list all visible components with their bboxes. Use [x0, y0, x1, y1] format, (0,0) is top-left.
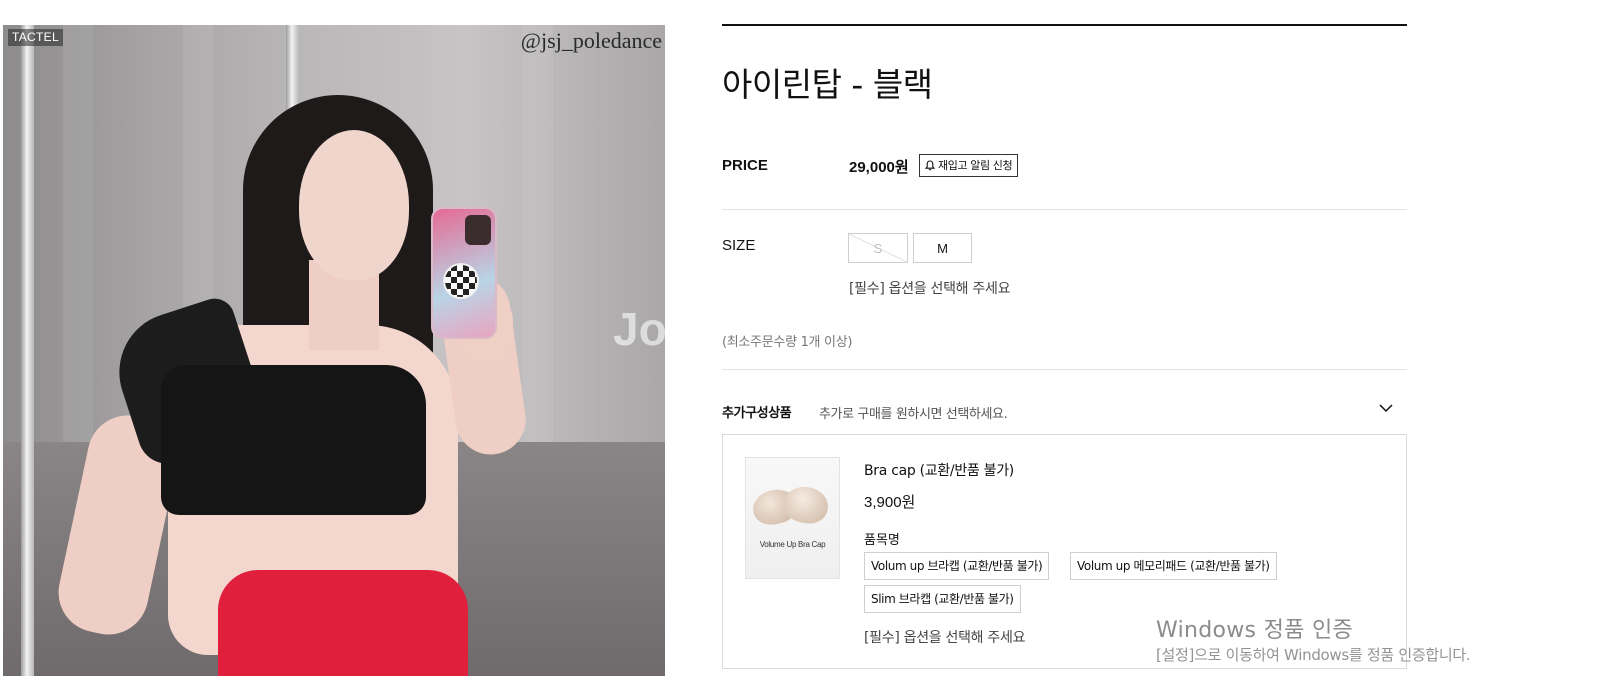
restock-alert-button[interactable]: 재입고 알림 신청: [919, 154, 1019, 177]
addon-section-title: 추가구성상품: [722, 406, 792, 421]
addon-product-name: Bra cap (교환/반품 불가): [864, 463, 1014, 479]
addon-option-slim-bracap[interactable]: Slim 브라캡 (교환/반품 불가): [864, 585, 1021, 613]
size-option-m[interactable]: M: [913, 233, 972, 263]
bell-icon: [925, 160, 935, 171]
divider: [722, 369, 1407, 370]
addon-image-caption: Volume Up Bra Cap: [759, 540, 826, 549]
size-required-text: [필수] 옵션을 선택해 주세요: [849, 281, 1011, 297]
divider: [722, 209, 1407, 210]
addon-option-volumup-memorypad[interactable]: Volum up 메모리패드 (교환/반품 불가): [1070, 552, 1277, 580]
price-label: PRICE: [722, 157, 768, 174]
product-price: 29,000원: [849, 159, 909, 176]
size-option-s-soldout[interactable]: S: [848, 233, 908, 263]
size-label: SIZE: [722, 237, 756, 254]
top-divider: [722, 24, 1407, 26]
addon-option-volumup-bracap[interactable]: Volum up 브라캡 (교환/반품 불가): [864, 552, 1050, 580]
addon-required-text: [필수] 옵션을 선택해 주세요: [864, 630, 1026, 646]
size-option-label: M: [937, 240, 948, 256]
image-watermark: Jo: [613, 303, 665, 355]
restock-alert-label: 재입고 알림 신청: [938, 159, 1013, 172]
windows-activation-message: [설정]으로 이동하여 Windows를 정품 인증합니다.: [1156, 646, 1471, 664]
windows-activation-title: Windows 정품 인증: [1156, 618, 1354, 643]
chevron-down-icon[interactable]: [1378, 401, 1394, 415]
addon-product-price: 3,900원: [864, 494, 916, 511]
addon-section-description: 추가로 구매를 원하시면 선택하세요.: [819, 407, 1008, 422]
min-order-text: (최소주문수량 1개 이상): [722, 335, 853, 350]
addon-option-label: 품목명: [864, 533, 900, 548]
product-title: 아이린탑 - 블랙: [722, 65, 933, 104]
product-image: [3, 25, 665, 676]
material-badge: TACTEL: [8, 29, 63, 46]
image-handle-text: @jsj_poledance: [520, 28, 662, 53]
